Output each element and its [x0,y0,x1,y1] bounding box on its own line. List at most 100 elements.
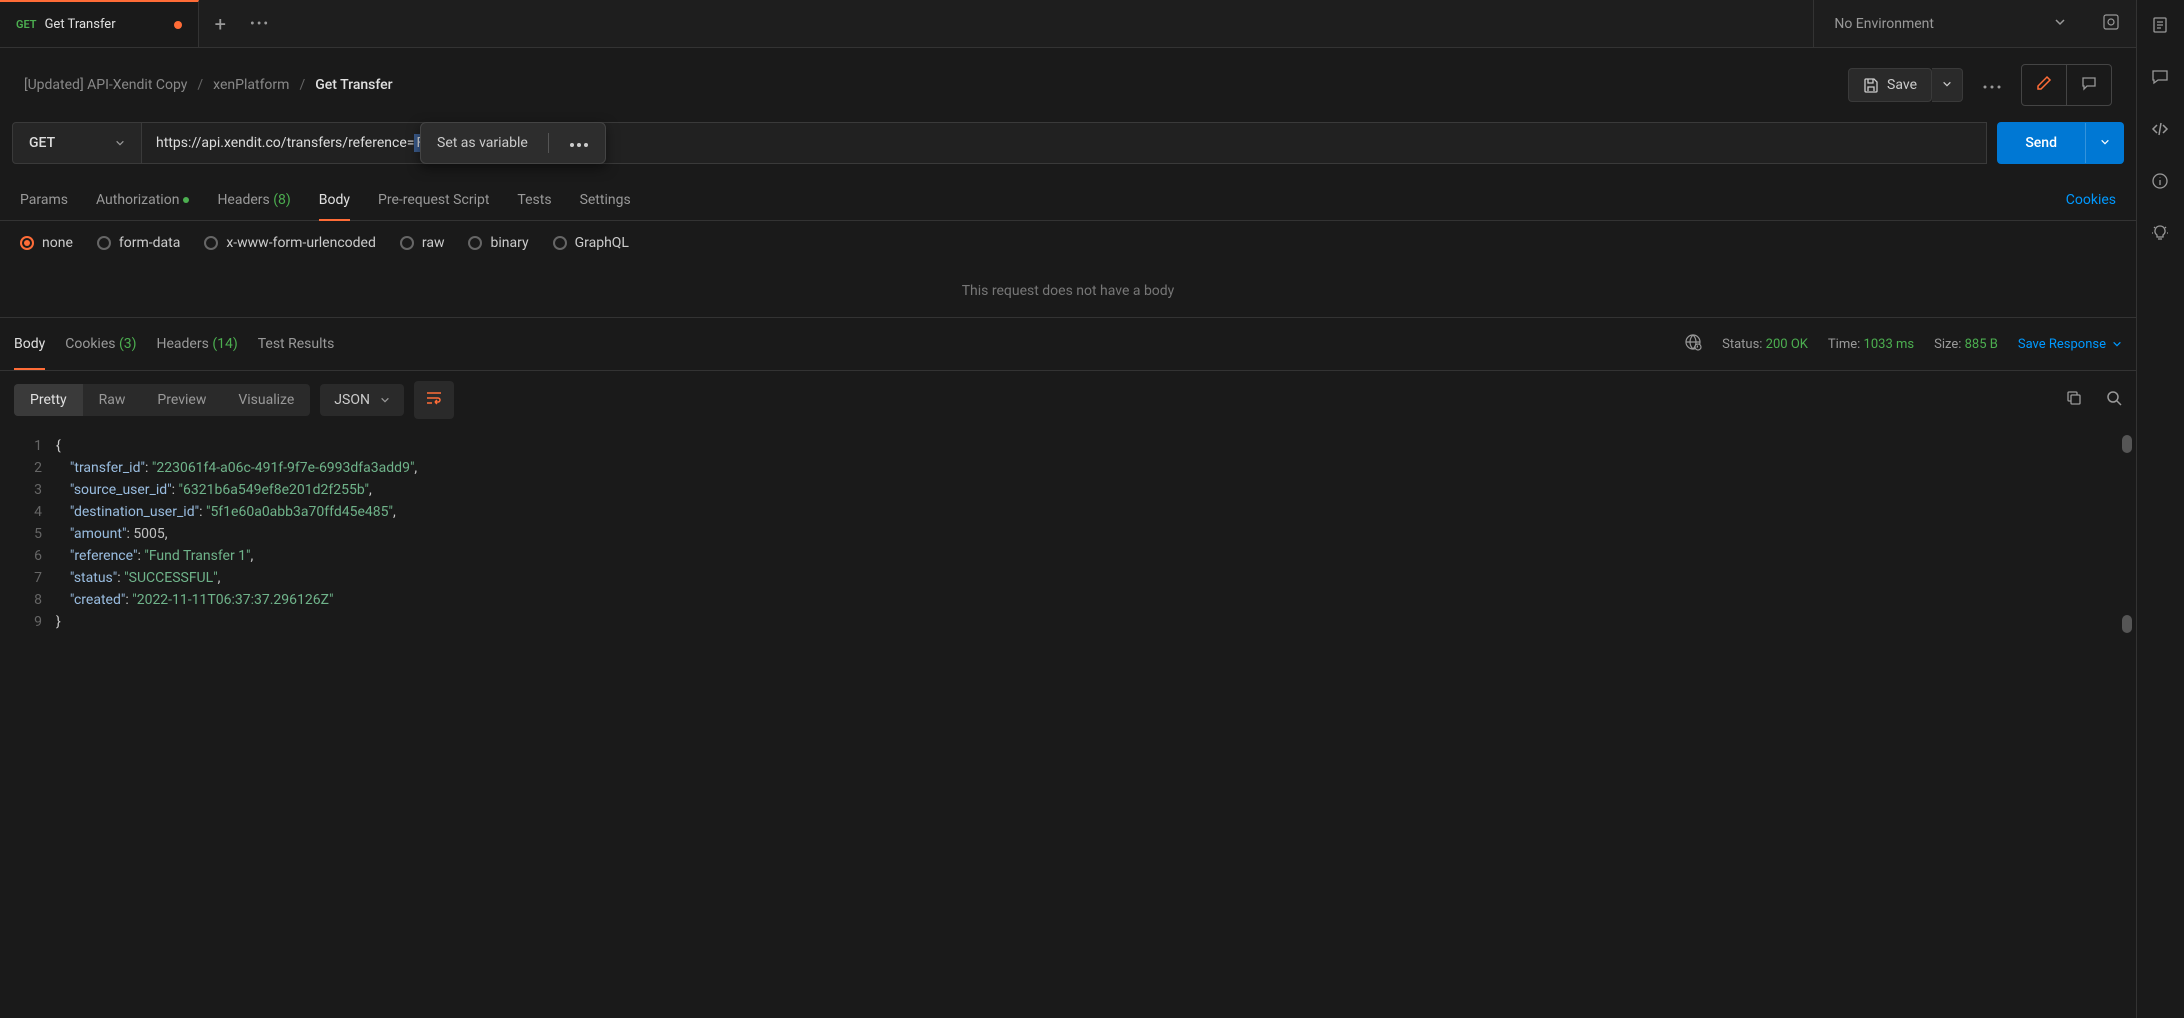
format-selector[interactable]: JSON [320,384,404,416]
time-value: 1033 ms [1864,337,1915,352]
breadcrumb-item[interactable]: xenPlatform [213,77,289,93]
response-tab-cookies[interactable]: Cookies (3) [65,330,136,358]
code-content: { "transfer_id": "223061f4-a06c-491f-9f7… [56,435,2136,633]
unsaved-indicator-icon [174,21,182,29]
view-pretty[interactable]: Pretty [14,384,83,416]
documentation-icon[interactable] [2151,16,2171,36]
response-tab-headers[interactable]: Headers (14) [157,330,238,358]
response-tab-testresults[interactable]: Test Results [258,330,335,358]
code-icon[interactable] [2151,120,2171,140]
breadcrumb: [Updated] API-Xendit Copy / xenPlatform … [24,77,393,93]
tab-body[interactable]: Body [319,180,350,220]
lightbulb-icon[interactable] [2151,224,2171,244]
chevron-down-icon [2100,137,2110,147]
chevron-down-icon [380,395,390,405]
environment-label: No Environment [1834,16,1934,32]
wrap-icon [426,391,442,405]
breadcrumb-separator: / [197,77,203,93]
pencil-icon [2036,75,2052,91]
breadcrumb-item[interactable]: [Updated] API-Xendit Copy [24,77,187,93]
size-label: Size: [1934,337,1961,352]
network-icon[interactable] [1684,333,1702,355]
breadcrumb-row: [Updated] API-Xendit Copy / xenPlatform … [0,48,2136,122]
radio-icon [553,236,567,250]
body-empty-message: This request does not have a body [0,265,2136,318]
search-icon [2106,390,2122,406]
more-horizontal-icon [569,143,589,147]
radio-icon [97,236,111,250]
save-label: Save [1887,77,1917,93]
info-icon[interactable] [2151,172,2171,192]
save-dropdown-button[interactable] [1932,68,1963,102]
size-value: 885 B [1965,337,1998,352]
chevron-down-icon [2112,339,2122,349]
time-label: Time: [1828,337,1860,352]
request-tab[interactable]: GET Get Transfer [0,0,199,47]
tab-authorization[interactable]: Authorization [96,180,189,220]
tab-params[interactable]: Params [20,180,68,220]
chevron-down-icon [115,138,125,148]
save-icon [1863,77,1879,93]
cookies-link[interactable]: Cookies [2066,192,2116,208]
send-label: Send [1997,123,2085,163]
response-tab-body[interactable]: Body [14,330,45,358]
body-type-raw[interactable]: raw [400,235,445,251]
body-type-none[interactable]: none [20,235,73,251]
scrollbar-thumb[interactable] [2122,435,2132,453]
tab-tests[interactable]: Tests [517,180,551,220]
body-type-binary[interactable]: binary [468,235,528,251]
chevron-down-icon [2054,16,2066,32]
active-dot-icon [183,197,189,203]
radio-icon [20,236,34,250]
new-tab-button[interactable]: + [215,12,226,36]
comment-icon [2081,75,2097,91]
view-raw[interactable]: Raw [83,384,142,416]
edit-button[interactable] [2022,65,2067,105]
url-row: GET https://api.xendit.co/transfers/refe… [0,122,2136,180]
search-button[interactable] [2106,390,2122,410]
view-controls: Pretty Raw Preview Visualize JSON [0,370,2136,429]
response-header: Body Cookies (3) Headers (14) Test Resul… [0,318,2136,370]
http-method-selector[interactable]: GET [12,122,142,164]
line-numbers: 1 2 3 4 5 6 7 8 9 [0,435,56,633]
request-tabs: Params Authorization Headers (8) Body Pr… [0,180,2136,221]
response-body-viewer[interactable]: 1 2 3 4 5 6 7 8 9 { "transfer_id": "2230… [0,429,2136,639]
tab-prerequest[interactable]: Pre-request Script [378,180,489,220]
tab-bar: GET Get Transfer + ••• No Environment [0,0,2136,48]
url-input[interactable]: https://api.xendit.co/transfers/referenc… [142,122,1987,164]
scrollbar-thumb[interactable] [2122,615,2132,633]
more-actions-button[interactable] [1975,69,2009,101]
tab-title: Get Transfer [45,17,116,32]
view-preview[interactable]: Preview [141,384,222,416]
body-type-graphql[interactable]: GraphQL [553,235,629,251]
environment-quicklook-icon[interactable] [2086,13,2136,35]
send-dropdown-button[interactable] [2085,123,2124,163]
divider [548,133,549,153]
wrap-lines-button[interactable] [414,381,454,419]
comments-icon[interactable] [2151,68,2171,88]
radio-icon [468,236,482,250]
tab-settings[interactable]: Settings [580,180,631,220]
set-as-variable-button[interactable]: Set as variable [437,135,528,151]
breadcrumb-separator: / [299,77,305,93]
tab-method-badge: GET [16,18,37,31]
save-button[interactable]: Save [1848,68,1932,102]
tab-headers[interactable]: Headers (8) [217,180,290,220]
status-value: 200 OK [1766,337,1808,352]
comment-button[interactable] [2067,65,2111,105]
copy-icon [2066,390,2082,406]
view-visualize[interactable]: Visualize [222,384,310,416]
radio-icon [400,236,414,250]
tab-more-button[interactable]: ••• [250,16,270,32]
save-response-button[interactable]: Save Response [2018,337,2122,352]
url-text-prefix: https://api.xendit.co/transfers/referenc… [156,135,414,151]
method-value: GET [29,135,55,151]
environment-selector[interactable]: No Environment [1813,0,2086,47]
body-type-selector: none form-data x-www-form-urlencoded raw… [0,221,2136,265]
send-button[interactable]: Send [1997,122,2124,164]
body-type-formdata[interactable]: form-data [97,235,180,251]
popup-more-button[interactable] [569,135,589,151]
body-type-urlencoded[interactable]: x-www-form-urlencoded [204,235,376,251]
copy-button[interactable] [2066,390,2082,410]
status-label: Status: [1722,337,1762,352]
